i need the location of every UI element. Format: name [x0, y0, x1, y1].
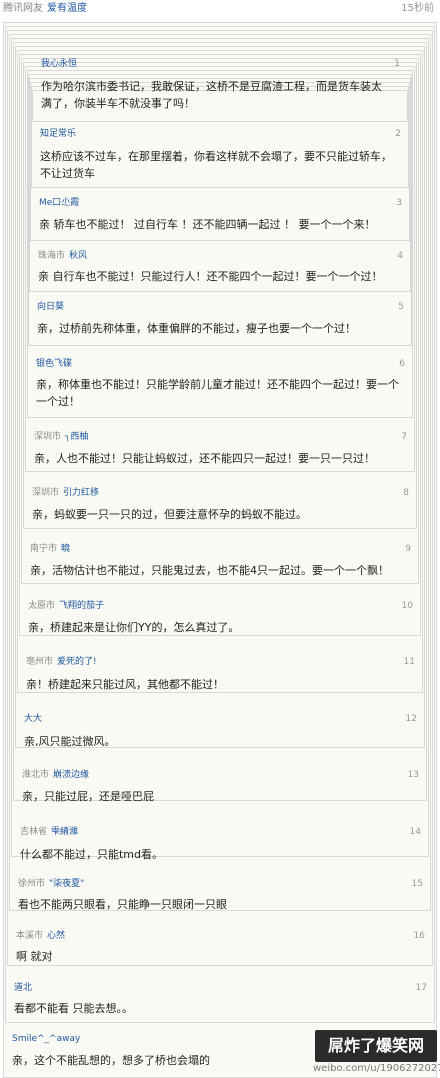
floor-header: 银色飞碟 [36, 358, 72, 370]
floor-header: 道北 [14, 982, 32, 994]
user-name-link[interactable]: 我心永恒 [41, 59, 77, 69]
comment-text: 这桥应该不过车，在那里摆着，你看这样就不会塌了，要不只能过轿车，不让过货车 [40, 150, 392, 180]
floor-header: 我心永恒 [41, 58, 77, 70]
user-name-link[interactable]: Me口尐霞 [39, 198, 79, 208]
floor-header: 徐州市 "柒夜夏" [18, 878, 84, 890]
user-location: 本溪市 [16, 931, 44, 941]
comment-text: 什么都不能过，只能tmd看。 [20, 848, 164, 861]
floor-number: 10 [401, 601, 413, 611]
comment-text: 亲，称体重也不能过！只能学龄前儿童才能过！还不能四个一起过！要一个一个过！ [36, 378, 399, 408]
floor-number: 5 [398, 302, 404, 312]
comment-text: 啊 就对 [16, 950, 53, 963]
user-location: 淮北市 [22, 770, 50, 780]
user-name-link[interactable]: 爱死的了! [57, 657, 97, 667]
floor-number: 16 [413, 931, 425, 941]
comment-text: 看也不能两只眼看，只能睁一只眼闭一只眼 [18, 898, 227, 911]
floor-header: 珠海市 秋风 [38, 250, 87, 262]
user-name-link[interactable]: 向日葵 [37, 302, 64, 312]
user-location: 南宁市 [30, 544, 58, 554]
floor-header: 深圳市 ╮西柚 [34, 431, 88, 443]
floor-header: 深圳市 引力红移 [32, 487, 99, 499]
user-name-link[interactable]: ╮西柚 [65, 432, 88, 442]
floor-header: 向日葵 [37, 301, 64, 313]
user-name-link[interactable]: 心然 [47, 931, 65, 941]
user-location: 深圳市 [34, 432, 62, 442]
user-location: 吉林省 [20, 827, 48, 837]
floor-header: Smile^_^away [12, 1033, 80, 1045]
floor-header: 淮北市 崩溃边缘 [22, 769, 89, 781]
comment-text: 亲，活物估计也不能过，只能鬼过去，也不能4只一起过。要一个一个飘！ [30, 564, 389, 577]
floor-number: 4 [397, 251, 403, 261]
floor-header: 知足常乐 [40, 128, 76, 140]
comment-text: 亲，过桥前先称体重，体重偏胖的不能过，瘦子也要一个一个过！ [37, 322, 356, 335]
user-name-link[interactable]: 知足常乐 [40, 129, 76, 139]
floor-header: 太原市 飞翔的茄子 [28, 600, 104, 612]
comment-text: 亲，只能过屁，还是哑巴屁 [22, 790, 154, 803]
user-name-link[interactable]: 道北 [14, 983, 32, 993]
user-name-link[interactable]: 引力红移 [63, 488, 99, 498]
floor-header: 南宁市曉 [30, 543, 70, 555]
user-name-link[interactable]: 飞翔的茄子 [59, 601, 104, 611]
user-name-link[interactable]: Smile^_^away [12, 1034, 80, 1044]
floor-number: 9 [405, 544, 411, 554]
comment-text: 亲，桥建起来是让你们YY的，怎么真过了。 [28, 621, 240, 634]
user-name-link[interactable]: "柒夜夏" [49, 879, 84, 889]
user-name-link[interactable]: 秋风 [69, 251, 87, 261]
comment-text: 看都不能看 只能去想。。 [14, 1002, 133, 1015]
user-location: 徐州市 [18, 879, 46, 889]
comment-text: 亲！桥建起来只能过风，其他都不能过！ [26, 678, 224, 691]
watermark-logo: 屌炸了爆笑网 [315, 1030, 437, 1062]
floor-number: 3 [396, 198, 402, 208]
floor-number: 12 [405, 714, 417, 724]
user-name-link[interactable]: 大大 [24, 714, 42, 724]
user-location: 太原市 [28, 601, 56, 611]
floor-number: 11 [403, 657, 415, 667]
comment-text: 亲 自行车也不能过！只能过行人！还不能四个一起过！要一个一个过！ [38, 270, 383, 283]
floor-number: 2 [395, 129, 401, 139]
comment-text: 作为哈尔滨市委书记，我敢保证，这桥不是豆腐渣工程，而是货车装太满了，你装半车不就… [41, 80, 382, 110]
thread-header: 腾讯网友 爱有温度 15秒前 [0, 0, 440, 18]
user-name-link[interactable]: 雫綪濰 [51, 827, 78, 837]
floor-number: 15 [411, 879, 423, 889]
user-name-link[interactable]: 曉 [61, 544, 70, 554]
comment-text: 亲,风只能过微风。 [24, 735, 116, 748]
floor-number: 7 [401, 432, 407, 442]
floor-number: 8 [403, 488, 409, 498]
floor-header: 亳州市 爱死的了! [26, 656, 97, 668]
timestamp: 15秒前 [401, 3, 434, 14]
floor-header: 吉林省 雫綪濰 [20, 826, 78, 838]
comment-text: 亲，蚂蚁要一只一只的过，但要注意怀孕的蚂蚁不能过。 [32, 508, 307, 521]
floor-number: 1 [394, 59, 400, 69]
user-name-link[interactable]: 崩溃边缘 [53, 770, 89, 780]
floor-header: Me口尐霞 [39, 197, 79, 209]
floor-number: 6 [399, 359, 405, 369]
user-location: 珠海市 [38, 251, 66, 261]
floor-header: 大大 [24, 713, 42, 725]
poster-name[interactable]: 爱有温度 [47, 3, 87, 14]
user-location: 亳州市 [26, 657, 54, 667]
floor-number: 13 [407, 770, 419, 780]
comment-text: 亲 轿车也不能过！ 过自行车 ！还不能四辆一起过 ！ 要一个一个来！ [39, 218, 376, 231]
watermark-url: weibo.com/u/1906272027 [313, 1063, 440, 1074]
floor-number: 14 [409, 827, 421, 837]
comment-text: 亲，人也不能过！只能让蚂蚁过，还不能四只一起过！要一只一只过！ [34, 452, 375, 465]
user-location: 深圳市 [32, 488, 60, 498]
user-name-link[interactable]: 银色飞碟 [36, 359, 72, 369]
floor-number: 17 [415, 983, 427, 993]
source-label: 腾讯网友 爱有温度 [3, 3, 87, 14]
floor-header: 本溪市 心然 [16, 930, 65, 942]
